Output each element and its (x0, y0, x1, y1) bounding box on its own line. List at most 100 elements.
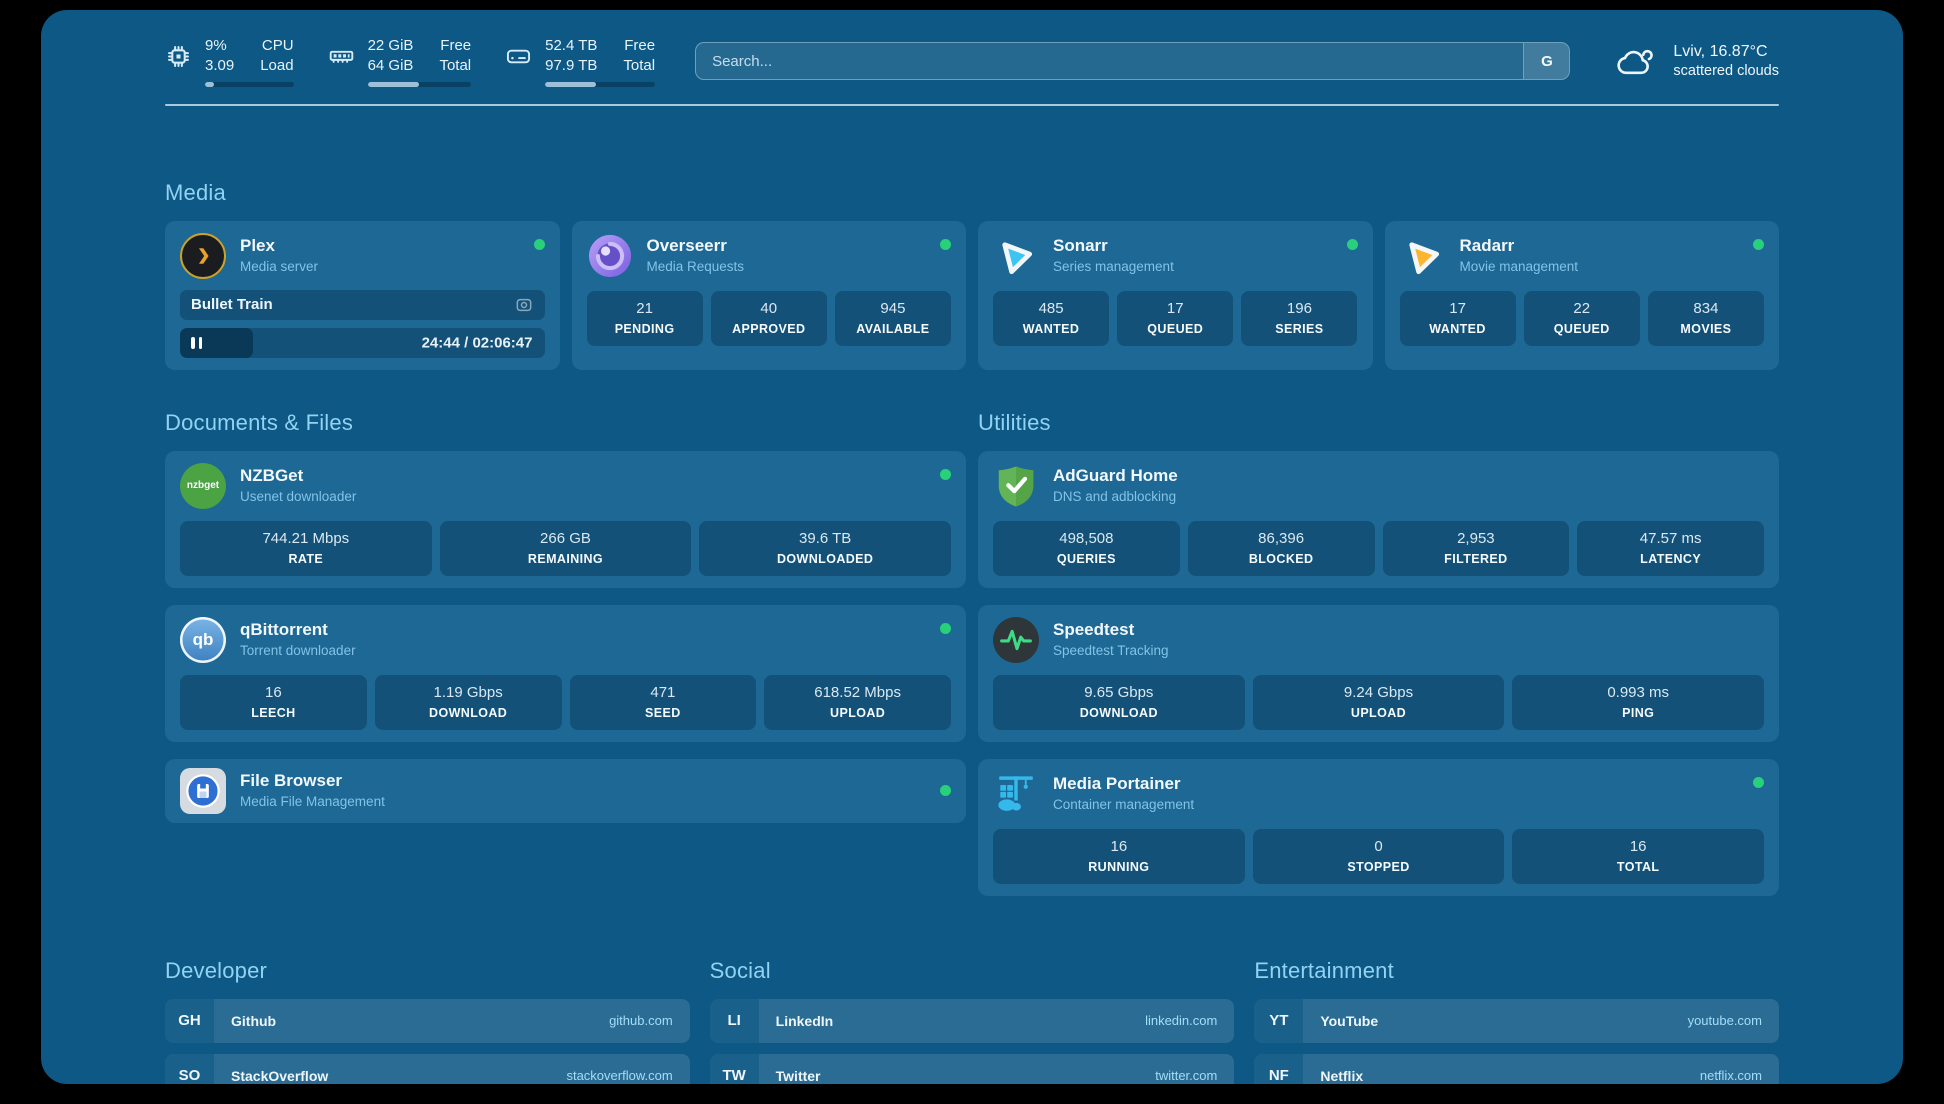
cpu-load-value: 3.09 (205, 56, 234, 76)
cpu-progressbar (205, 82, 294, 87)
status-dot (534, 239, 545, 250)
stat-label: BLOCKED (1194, 552, 1369, 566)
app-name: Speedtest (1053, 620, 1169, 640)
cpu-usage-label: CPU (260, 36, 293, 56)
disk-total-value: 97.9 TB (545, 56, 597, 76)
app-description: Movie management (1460, 259, 1579, 275)
stat-label: AVAILABLE (841, 322, 945, 336)
bookmark-url: linkedin.com (1145, 1013, 1217, 1028)
bookmark-name: StackOverflow (231, 1068, 328, 1084)
stat-label: DOWNLOAD (381, 706, 556, 720)
bookmark-link-stackoverflow[interactable]: SO StackOverflow stackoverflow.com (165, 1054, 690, 1085)
memory-free-label: Free (439, 36, 471, 56)
stat-value: 40 (717, 300, 821, 318)
stat-tile: 196 SERIES (1241, 291, 1357, 346)
app-name: NZBGet (240, 466, 356, 486)
stat-value: 744.21 Mbps (186, 530, 426, 548)
cpu-load-label: Load (260, 56, 293, 76)
app-card-filebrowser[interactable]: File Browser Media File Management (165, 759, 966, 823)
portainer-icon (993, 771, 1039, 817)
search-engine-button[interactable]: G (1523, 43, 1569, 79)
adguard-icon (993, 463, 1039, 509)
status-dot (940, 785, 951, 796)
app-card-overseerr[interactable]: Overseerr Media Requests 21 PENDING 40 A… (572, 221, 967, 370)
app-name: Plex (240, 236, 318, 256)
bookmark-group-entertainment: Entertainment YT YouTube youtube.com NF … (1254, 958, 1779, 1085)
weather-condition: scattered clouds (1673, 62, 1779, 82)
stat-label: QUEUED (1530, 322, 1634, 336)
stat-label: DOWNLOADED (705, 552, 945, 566)
bookmark-abbr: LI (710, 999, 759, 1043)
stat-label: RUNNING (999, 860, 1239, 874)
app-card-sonarr[interactable]: Sonarr Series management 485 WANTED 17 Q… (978, 221, 1373, 370)
stat-value: 196 (1247, 300, 1351, 318)
bookmark-abbr: YT (1254, 999, 1303, 1043)
app-description: Speedtest Tracking (1053, 643, 1169, 659)
stat-value: 16 (1518, 838, 1758, 856)
stat-value: 471 (576, 684, 751, 702)
stat-tile: 16 LEECH (180, 675, 367, 730)
speedtest-icon (993, 617, 1039, 663)
app-card-plex[interactable]: Plex Media server Bullet Train 24:44 / 0… (165, 221, 560, 370)
stat-value: 16 (999, 838, 1239, 856)
bookmark-link-linkedin[interactable]: LI LinkedIn linkedin.com (710, 999, 1235, 1043)
app-description: Torrent downloader (240, 643, 356, 659)
disk-stat: 52.4 TB 97.9 TB Free Total (505, 36, 655, 87)
disk-total-label: Total (623, 56, 655, 76)
bookmark-link-github[interactable]: GH Github github.com (165, 999, 690, 1043)
app-name: Radarr (1460, 236, 1579, 256)
app-card-portainer[interactable]: Media Portainer Container management 16 … (978, 759, 1779, 896)
app-card-nzbget[interactable]: nzbget NZBGet Usenet downloader 744.21 M… (165, 451, 966, 588)
stat-tile: 485 WANTED (993, 291, 1109, 346)
memory-total-value: 64 GiB (368, 56, 414, 76)
bookmark-name: Github (231, 1013, 276, 1029)
app-card-radarr[interactable]: Radarr Movie management 17 WANTED 22 QUE… (1385, 221, 1780, 370)
radarr-icon (1400, 233, 1446, 279)
disk-free-label: Free (623, 36, 655, 56)
memory-icon (328, 43, 355, 70)
app-description: Media File Management (240, 794, 385, 810)
system-stats: 9% 3.09 CPU Load (165, 36, 655, 87)
stat-tile: 2,953 FILTERED (1383, 521, 1570, 576)
now-playing-bar: Bullet Train (180, 290, 545, 320)
cpu-usage-value: 9% (205, 36, 234, 56)
bookmark-group-heading: Social (710, 958, 1235, 984)
bookmarks: Developer GH Github github.com SO StackO… (165, 958, 1779, 1085)
stat-value: 9.24 Gbps (1259, 684, 1499, 702)
stat-value: 498,508 (999, 530, 1174, 548)
stat-value: 2,953 (1389, 530, 1564, 548)
stat-value: 9.65 Gbps (999, 684, 1239, 702)
bookmark-url: netflix.com (1700, 1068, 1762, 1083)
app-description: Container management (1053, 797, 1194, 813)
stat-tile: 945 AVAILABLE (835, 291, 951, 346)
stat-tile: 86,396 BLOCKED (1188, 521, 1375, 576)
stat-label: APPROVED (717, 322, 821, 336)
stat-value: 0 (1259, 838, 1499, 856)
pause-button[interactable] (191, 337, 202, 349)
bookmark-group-developer: Developer GH Github github.com SO StackO… (165, 958, 690, 1085)
app-card-adguard[interactable]: AdGuard Home DNS and adblocking 498,508 … (978, 451, 1779, 588)
stat-tile: 266 GB REMAINING (440, 521, 692, 576)
app-description: DNS and adblocking (1053, 489, 1178, 505)
bookmark-link-twitter[interactable]: TW Twitter twitter.com (710, 1054, 1235, 1085)
bookmark-link-netflix[interactable]: NF Netflix netflix.com (1254, 1054, 1779, 1085)
qbittorrent-icon: qb (180, 617, 226, 663)
stat-label: LATENCY (1583, 552, 1758, 566)
sonarr-icon (993, 233, 1039, 279)
dashboard: 9% 3.09 CPU Load (41, 10, 1903, 1084)
stat-tile: 17 WANTED (1400, 291, 1516, 346)
stat-label: SERIES (1247, 322, 1351, 336)
search-input[interactable] (696, 43, 1523, 79)
bookmark-abbr: SO (165, 1054, 214, 1085)
app-card-speedtest[interactable]: Speedtest Speedtest Tracking 9.65 Gbps D… (978, 605, 1779, 742)
stat-tile: 9.65 Gbps DOWNLOAD (993, 675, 1245, 730)
stat-label: STOPPED (1259, 860, 1499, 874)
app-card-qbittorrent[interactable]: qb qBittorrent Torrent downloader 16 LEE… (165, 605, 966, 742)
app-description: Media Requests (647, 259, 745, 275)
header: 9% 3.09 CPU Load (165, 36, 1779, 87)
video-session-icon[interactable] (514, 295, 534, 315)
stat-tile: 1.19 Gbps DOWNLOAD (375, 675, 562, 730)
bookmark-link-youtube[interactable]: YT YouTube youtube.com (1254, 999, 1779, 1043)
memory-free-value: 22 GiB (368, 36, 414, 56)
stat-label: FILTERED (1389, 552, 1564, 566)
